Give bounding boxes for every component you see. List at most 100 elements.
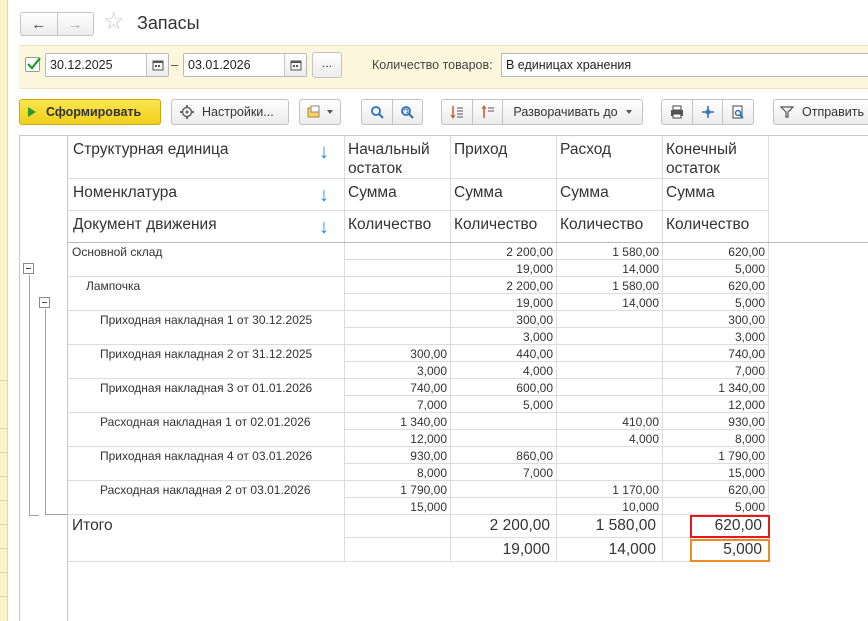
end-balance-qty-highlight [690,539,770,562]
cell-qty[interactable]: 3,000 [450,330,553,344]
cell-qty[interactable]: 4,000 [450,364,553,378]
cell-sum[interactable]: 620,00 [662,279,765,293]
column-qty-header: Количество [666,216,750,233]
cell-sum[interactable]: 930,00 [662,415,765,429]
generate-button[interactable]: Сформировать [19,99,161,125]
cell-sum[interactable]: 300,00 [662,313,765,327]
cell-sum[interactable]: 600,00 [450,381,553,395]
date-from-field[interactable]: 30.12.2025 [45,53,169,77]
total-sum-cell[interactable]: 1 580,00 [556,517,656,535]
cell-qty[interactable]: 5,000 [662,500,765,514]
row-warehouse-label[interactable]: Основной склад [72,245,162,259]
preview-button[interactable] [722,100,753,124]
cell-sum[interactable]: 740,00 [662,347,765,361]
cell-qty[interactable]: 7,000 [662,364,765,378]
grid-line [344,259,768,260]
forward-button[interactable]: → [56,13,94,35]
search-button[interactable] [362,100,392,124]
chevron-down-icon [625,110,632,114]
cell-qty[interactable]: 19,000 [450,296,553,310]
settings-button[interactable]: Настройки... [171,99,289,125]
expand-all-button[interactable] [472,100,502,124]
send-button[interactable]: Отправить [773,99,868,125]
period-select-button[interactable]: ... [312,52,342,78]
cell-qty[interactable]: 15,000 [662,466,765,480]
total-sum-cell[interactable]: 2 200,00 [450,517,550,535]
cell-qty[interactable]: 3,000 [662,330,765,344]
collapse-group-button[interactable] [39,297,50,308]
filter-panel: 30.12.2025 – 03.01.2026 ... Количество т… [19,45,868,89]
cell-sum[interactable]: 300,00 [344,347,447,361]
cell-qty[interactable]: 19,000 [450,262,553,276]
sort-down-arrow-icon[interactable]: ↓ [319,217,329,237]
print-button[interactable] [662,100,692,124]
cell-sum[interactable]: 440,00 [450,347,553,361]
cell-qty[interactable]: 8,000 [344,466,447,480]
favorite-star-icon[interactable]: ☆ [103,9,125,35]
column-qty-header: Количество [454,216,538,233]
cell-qty[interactable]: 14,000 [556,262,659,276]
column-sum-header: Сумма [560,184,609,201]
cell-sum[interactable]: 1 790,00 [344,483,447,497]
grid-line [68,310,768,311]
cell-sum[interactable]: 860,00 [450,449,553,463]
move-button[interactable] [691,100,723,124]
cell-sum[interactable]: 300,00 [450,313,553,327]
row-document-label[interactable]: Расходная накладная 1 от 02.01.2026 [100,415,311,429]
cell-sum[interactable]: 1 580,00 [556,279,659,293]
cell-qty[interactable]: 3,000 [344,364,447,378]
cell-sum[interactable]: 410,00 [556,415,659,429]
calendar-icon[interactable] [284,54,306,76]
cell-sum[interactable]: 620,00 [662,483,765,497]
cell-qty[interactable]: 15,000 [344,500,447,514]
cell-qty[interactable]: 14,000 [556,296,659,310]
variants-button[interactable] [300,100,340,124]
row-document-label[interactable]: Приходная накладная 3 от 01.01.2026 [100,381,312,395]
row-document-label[interactable]: Расходная накладная 2 от 03.01.2026 [100,483,311,497]
row-document-label[interactable]: Приходная накладная 1 от 30.12.2025 [100,313,312,327]
row-document-label[interactable]: Приходная накладная 2 от 31.12.2025 [100,347,312,361]
cell-sum[interactable]: 740,00 [344,381,447,395]
left-panel-strip [0,0,8,621]
cell-sum[interactable]: 1 170,00 [556,483,659,497]
sort-down-arrow-icon[interactable]: ↓ [319,142,329,162]
cell-sum[interactable]: 2 200,00 [450,245,553,259]
total-qty-cell[interactable]: 19,000 [450,541,550,559]
cell-qty[interactable]: 5,000 [662,262,765,276]
quantity-units-field[interactable]: В единицах хранения [501,53,868,77]
search-refresh-button[interactable] [391,100,423,124]
cell-qty[interactable]: 12,000 [662,398,765,412]
cell-qty[interactable]: 5,000 [450,398,553,412]
cell-qty[interactable]: 12,000 [344,432,447,446]
row-item-label[interactable]: Лампочка [86,279,140,293]
sort-down-arrow-icon[interactable]: ↓ [319,185,329,205]
cell-sum[interactable]: 1 340,00 [344,415,447,429]
variants-dropdown-button[interactable] [299,99,341,125]
date-to-field[interactable]: 03.01.2026 [183,53,307,77]
search-button-group [361,99,423,125]
cell-sum[interactable]: 620,00 [662,245,765,259]
cell-qty[interactable]: 7,000 [344,398,447,412]
cell-qty[interactable]: 7,000 [450,466,553,480]
cell-sum[interactable]: 1 340,00 [662,381,765,395]
back-button[interactable]: ← [21,13,57,35]
period-checkbox[interactable] [25,57,41,72]
collapse-group-button[interactable] [23,263,34,274]
column-title: Конечный [666,141,737,158]
cell-qty[interactable]: 5,000 [662,296,765,310]
report-spreadsheet[interactable]: Структурная единица Номенклатура Докумен… [19,135,868,621]
cell-qty[interactable]: 10,000 [556,500,659,514]
cell-sum[interactable]: 1 790,00 [662,449,765,463]
row-document-label[interactable]: Приходная накладная 4 от 03.01.2026 [100,449,312,463]
cell-qty[interactable]: 8,000 [662,432,765,446]
column-qty-header: Количество [348,216,432,233]
cell-qty[interactable]: 4,000 [556,432,659,446]
header-nomenclature: Номенклатура [73,184,178,201]
cell-sum[interactable]: 2 200,00 [450,279,553,293]
total-qty-cell[interactable]: 14,000 [556,541,656,559]
cell-sum[interactable]: 1 580,00 [556,245,659,259]
cell-sum[interactable]: 930,00 [344,449,447,463]
calendar-icon[interactable] [146,54,168,76]
collapse-all-button[interactable] [442,100,472,124]
expand-to-dropdown[interactable]: Разворачивать до [502,100,642,124]
